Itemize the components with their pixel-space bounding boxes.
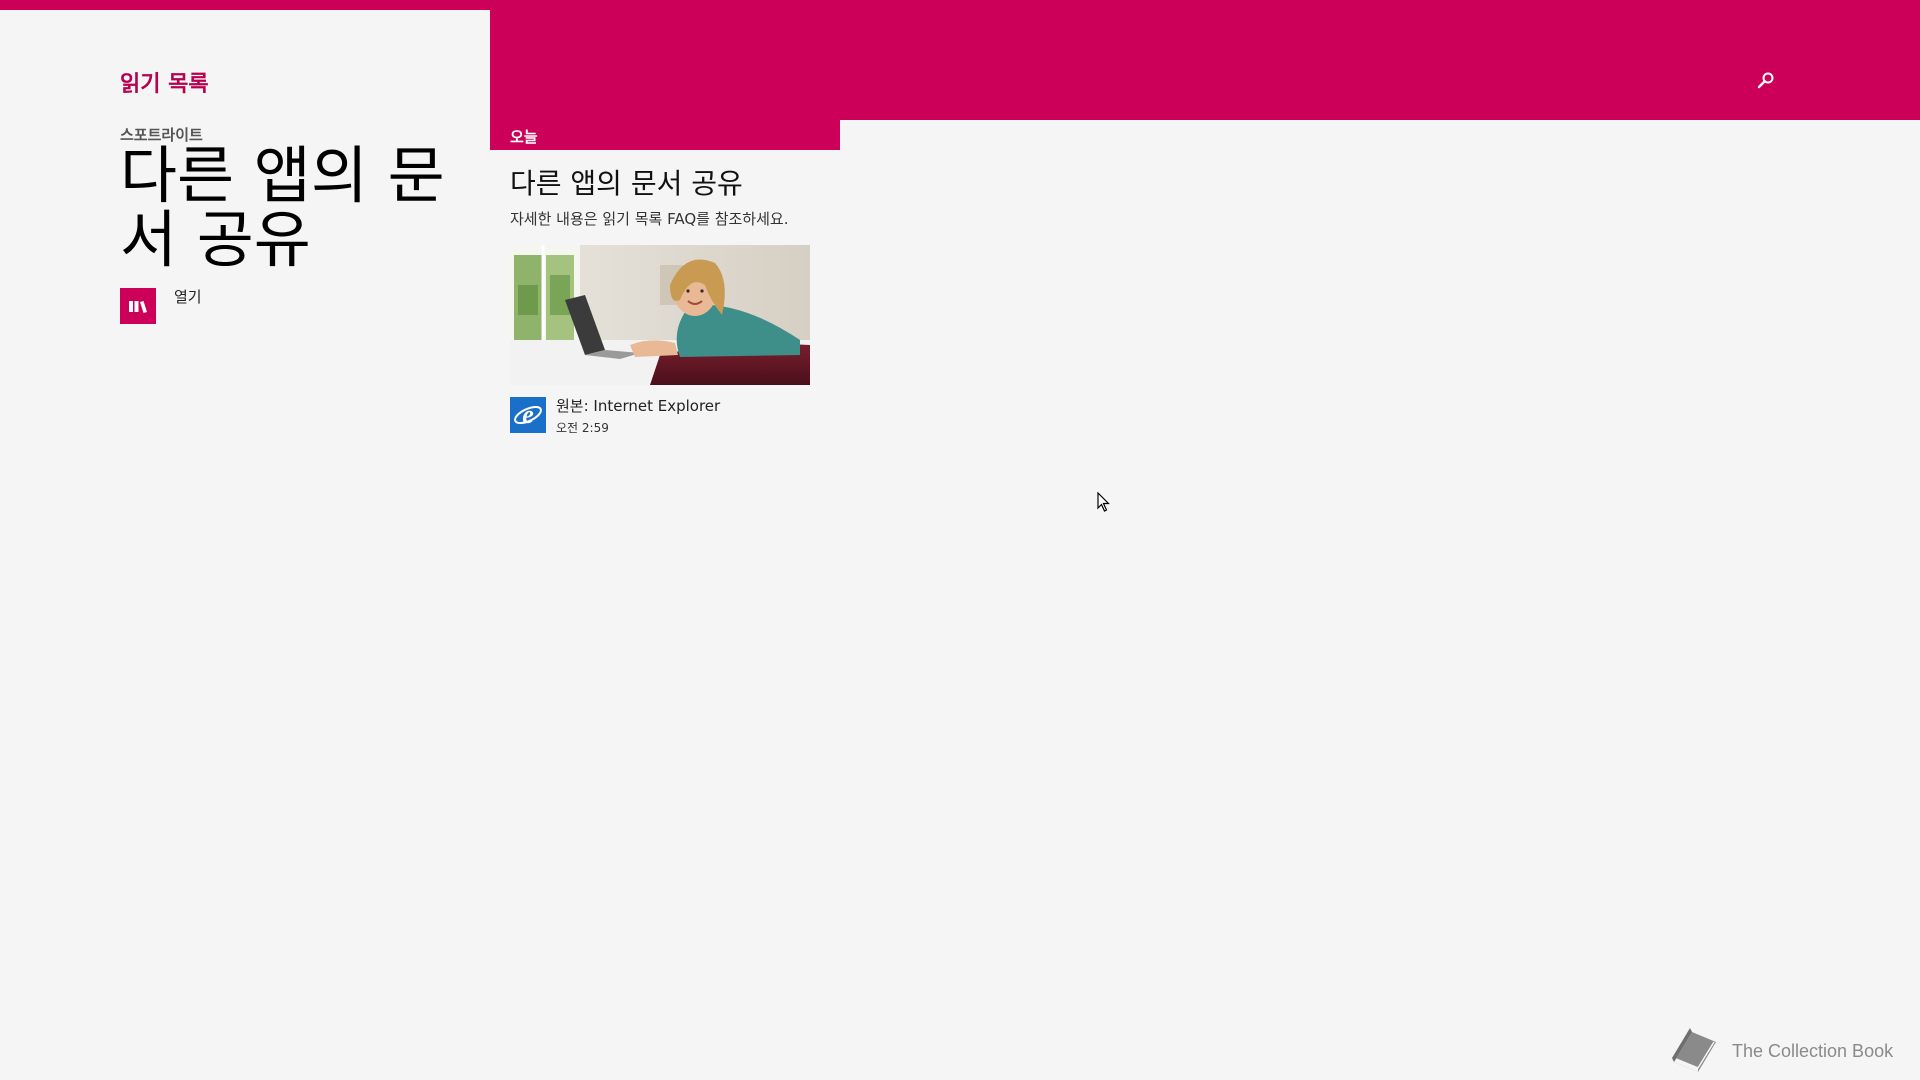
mouse-cursor-icon [1097,492,1110,512]
today-section-header: 오늘 [490,120,840,150]
article-source-name: 원본: Internet Explorer [556,397,721,415]
header-band [490,0,1920,120]
book-icon [1672,1028,1716,1072]
spotlight-title[interactable]: 다른 앱의 문서 공유 [120,144,460,272]
article-item[interactable]: 다른 앱의 문서 공유 자세한 내용은 읽기 목록 FAQ를 참조하세요. e … [510,166,820,436]
reading-list-icon [120,288,156,324]
search-button[interactable] [1752,66,1780,94]
article-thumbnail [510,245,810,385]
article-title: 다른 앱의 문서 공유 [510,167,743,200]
woman-with-laptop-photo [510,245,810,385]
article-source: e 원본: Internet Explorer 오전 2:59 [510,397,820,436]
open-button[interactable]: 열기 [120,288,202,324]
article-timestamp: 오전 2:59 [556,421,609,435]
app-title: 읽기 목록 [120,72,209,97]
internet-explorer-icon: e [510,397,546,433]
today-section-label: 오늘 [510,128,538,146]
svg-text:e: e [522,400,534,429]
watermark: The Collection Book [1668,1028,1893,1074]
watermark-text: The Collection Book [1732,1040,1894,1061]
open-label: 열기 [174,288,202,306]
search-icon [1757,72,1774,89]
article-description: 자세한 내용은 읽기 목록 FAQ를 참조하세요. [510,210,789,228]
